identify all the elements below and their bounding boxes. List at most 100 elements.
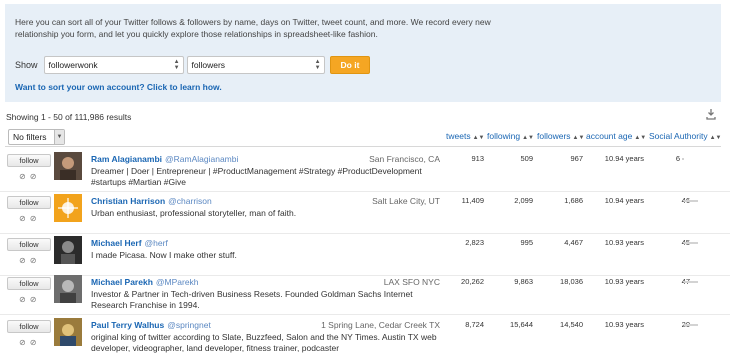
user-name[interactable]: Michael Parekh @MParekh bbox=[91, 277, 199, 287]
avatar[interactable] bbox=[54, 275, 82, 303]
filter-select-value: No filters bbox=[13, 132, 47, 142]
circle-slash-icon[interactable]: ⊘⊘ bbox=[19, 295, 40, 304]
avatar[interactable] bbox=[54, 194, 82, 222]
account-age-value: 10.93 years bbox=[604, 320, 644, 329]
follow-button[interactable]: follow bbox=[7, 320, 51, 333]
tweets-value: 2,823 bbox=[465, 238, 484, 247]
social-authority-bar bbox=[684, 200, 698, 202]
account-age-value: 10.94 years bbox=[604, 154, 644, 163]
col-header-label: followers bbox=[537, 131, 571, 141]
following-value: 995 bbox=[520, 238, 533, 247]
user-bio: Investor & Partner in Tech-driven Busine… bbox=[91, 289, 413, 310]
sort-icon: ▲▼ bbox=[522, 135, 534, 141]
relation-select-value: followers bbox=[191, 60, 226, 70]
tweets-value: 11,409 bbox=[461, 196, 484, 205]
sort-icon: ▲▼ bbox=[709, 135, 722, 141]
circle-slash-icon[interactable]: ⊘⊘ bbox=[19, 338, 40, 347]
social-authority-bar bbox=[684, 324, 698, 326]
user-location: Salt Lake City, UT bbox=[372, 196, 440, 206]
do-it-button[interactable]: Do it bbox=[329, 56, 371, 74]
followers-value: 4,467 bbox=[564, 238, 583, 247]
user-bio: original king of twitter according to Sl… bbox=[91, 332, 437, 353]
user-name[interactable]: Michael Herf @herf bbox=[91, 238, 168, 248]
follow-button[interactable]: follow bbox=[7, 238, 51, 251]
followers-value: 967 bbox=[570, 154, 583, 163]
sort-icon: ▲▼ bbox=[634, 135, 647, 141]
circle-slash-icon[interactable]: ⊘⊘ bbox=[19, 214, 40, 223]
user-location: San Francisco, CA bbox=[369, 154, 440, 164]
avatar[interactable] bbox=[54, 318, 82, 346]
col-header-label: tweets bbox=[446, 131, 471, 141]
table-row: follow ⊘⊘ Christian Harrison @charrison S… bbox=[0, 193, 730, 234]
user-bio: I made Picasa. Now I make other stuff. bbox=[91, 250, 237, 260]
user-handle: @herf bbox=[144, 238, 168, 248]
user-name[interactable]: Paul Terry Walhus @springnet bbox=[91, 320, 211, 330]
user-name-text: Michael Herf bbox=[91, 238, 142, 248]
col-header-label: account age bbox=[586, 131, 633, 141]
col-header-following[interactable]: following ▲▼ bbox=[487, 131, 534, 141]
results-count: Showing 1 - 50 of 111,986 results bbox=[6, 112, 132, 122]
intro-text: Here you can sort all of your Twitter fo… bbox=[15, 17, 491, 39]
show-controls: Show followerwonk ▲ ▼ followers ▲ ▼ Do it bbox=[15, 55, 371, 75]
user-handle: @RamAlagianambi bbox=[165, 154, 239, 164]
user-name[interactable]: Christian Harrison @charrison bbox=[91, 196, 212, 206]
user-bio: Dreamer | Doer | Entrepreneur | #Product… bbox=[91, 166, 422, 187]
col-header-social-authority[interactable]: Social Authority ▲▼ bbox=[649, 131, 721, 141]
chevron-down-icon: ▼ bbox=[54, 130, 64, 144]
social-authority-value: 6 bbox=[675, 154, 680, 163]
user-name[interactable]: Ram Alagianambi @RamAlagianambi bbox=[91, 154, 238, 164]
col-header-label: following bbox=[487, 131, 521, 141]
table-row: follow ⊘⊘ Michael Herf @herf I made Picas… bbox=[0, 235, 730, 276]
col-header-account-age[interactable]: account age ▲▼ bbox=[586, 131, 646, 141]
following-value: 509 bbox=[520, 154, 533, 163]
follow-button[interactable]: follow bbox=[7, 196, 51, 209]
user-location: 1 Spring Lane, Cedar Creek TX bbox=[321, 320, 440, 330]
tweets-value: 8,724 bbox=[465, 320, 484, 329]
user-name-text: Paul Terry Walhus bbox=[91, 320, 165, 330]
avatar[interactable] bbox=[54, 152, 82, 180]
account-select[interactable]: followerwonk ▲ ▼ bbox=[43, 56, 184, 74]
table-row: follow ⊘⊘ Paul Terry Walhus @springnet 1 … bbox=[0, 317, 730, 358]
followers-value: 18,036 bbox=[560, 277, 583, 286]
user-name-text: Christian Harrison bbox=[91, 196, 166, 206]
account-age-value: 10.93 years bbox=[604, 277, 644, 286]
filter-select[interactable]: No filters ▼ bbox=[8, 129, 65, 145]
tweets-value: 20,262 bbox=[461, 277, 484, 286]
header-divider bbox=[5, 146, 721, 147]
user-handle: @springnet bbox=[167, 320, 211, 330]
social-authority-bar bbox=[684, 242, 698, 244]
user-bio: Urban enthusiast, professional storytell… bbox=[91, 208, 297, 218]
select-arrows-icon: ▲ ▼ bbox=[173, 59, 180, 71]
sort-icon: ▲▼ bbox=[572, 135, 585, 141]
table-row: follow ⊘⊘ Michael Parekh @MParekh LAX SFO… bbox=[0, 274, 730, 315]
followers-value: 14,540 bbox=[560, 320, 583, 329]
account-age-value: 10.94 years bbox=[604, 196, 644, 205]
circle-slash-icon[interactable]: ⊘⊘ bbox=[19, 172, 40, 181]
col-header-label: Social Authority bbox=[649, 131, 708, 141]
user-name-text: Michael Parekh bbox=[91, 277, 153, 287]
follow-button[interactable]: follow bbox=[7, 154, 51, 167]
avatar[interactable] bbox=[54, 236, 82, 264]
show-label: Show bbox=[15, 60, 38, 70]
col-header-followers[interactable]: followers ▲▼ bbox=[537, 131, 584, 141]
account-age-value: 10.93 years bbox=[604, 238, 644, 247]
social-authority-bar bbox=[682, 158, 684, 160]
followers-value: 1,686 bbox=[564, 196, 583, 205]
info-panel: Here you can sort all of your Twitter fo… bbox=[5, 4, 721, 102]
col-header-tweets[interactable]: tweets ▲▼ bbox=[446, 131, 484, 141]
follow-button[interactable]: follow bbox=[7, 277, 51, 290]
user-handle: @charrison bbox=[168, 196, 212, 206]
relation-select[interactable]: followers ▲ ▼ bbox=[186, 56, 325, 74]
following-value: 2,099 bbox=[514, 196, 533, 205]
following-value: 9,863 bbox=[514, 277, 533, 286]
user-location: LAX SFO NYC bbox=[383, 277, 440, 287]
download-icon[interactable] bbox=[706, 108, 716, 120]
learn-link[interactable]: Want to sort your own account? Click to … bbox=[15, 82, 222, 92]
tweets-value: 913 bbox=[471, 154, 484, 163]
circle-slash-icon[interactable]: ⊘⊘ bbox=[19, 256, 40, 265]
account-select-value: followerwonk bbox=[48, 60, 98, 70]
user-name-text: Ram Alagianambi bbox=[91, 154, 163, 164]
sort-icon: ▲▼ bbox=[472, 135, 485, 141]
following-value: 15,644 bbox=[510, 320, 533, 329]
user-handle: @MParekh bbox=[155, 277, 199, 287]
